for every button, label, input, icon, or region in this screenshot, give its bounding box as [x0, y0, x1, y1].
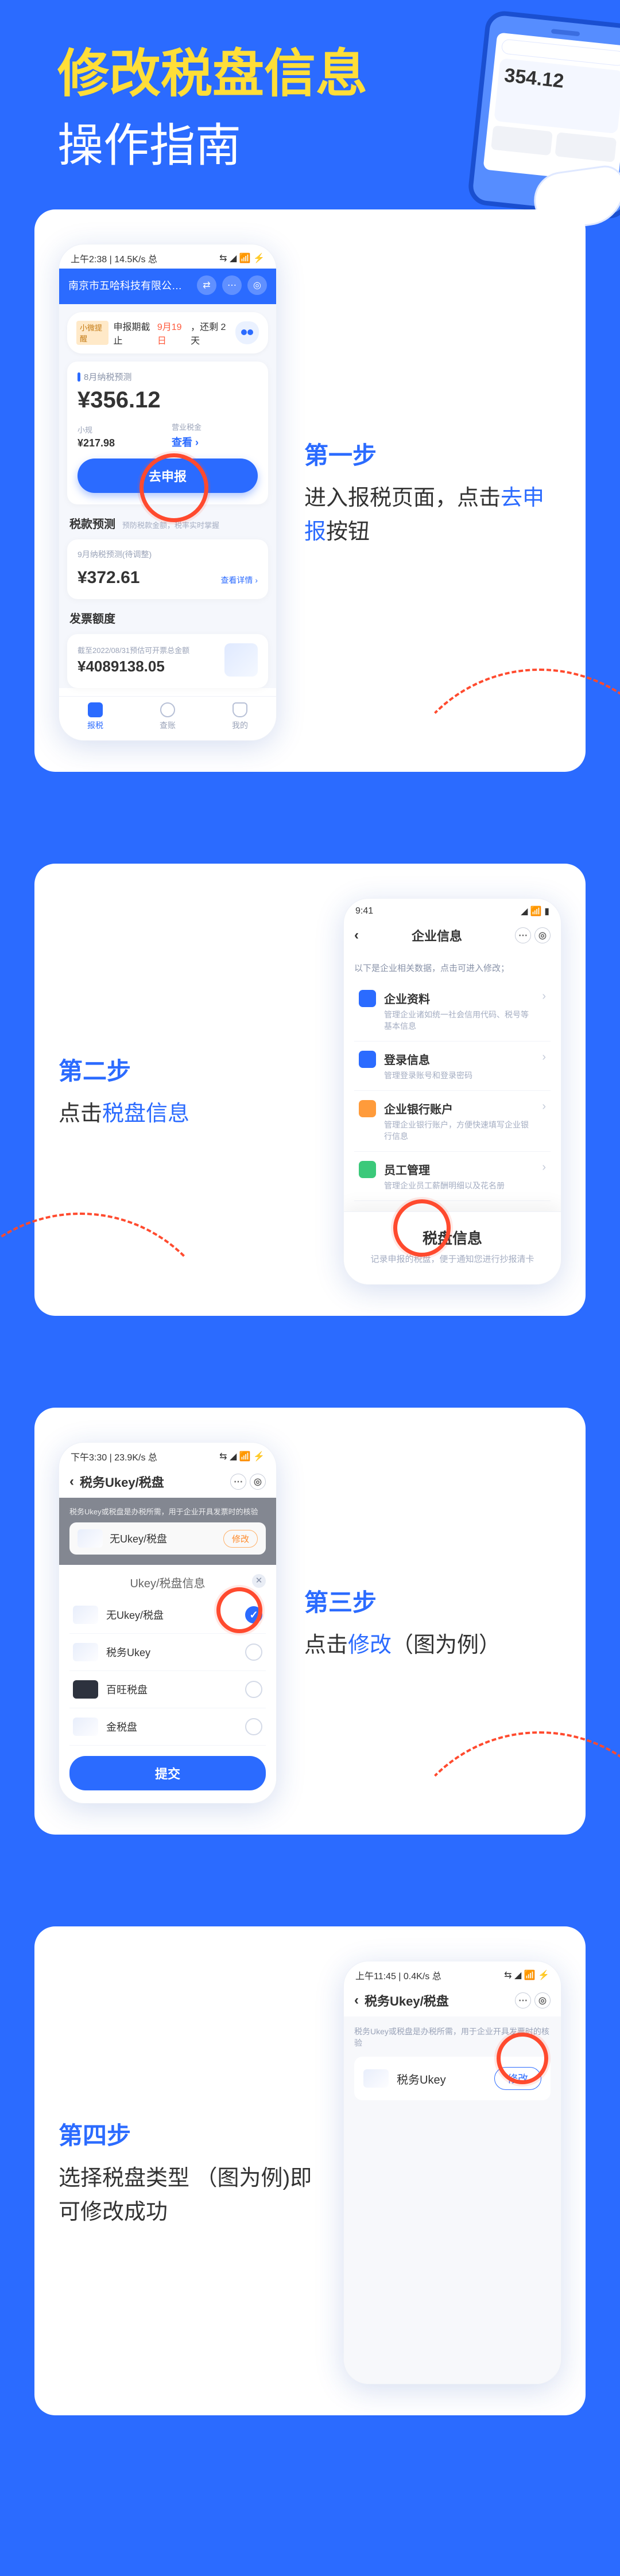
- deadline-alert[interactable]: 小微提醒 申报期截止 9月19日 ，还剩 2 天: [67, 312, 268, 353]
- disk-thumb-icon: [73, 1606, 98, 1624]
- nav-mine-icon: [232, 702, 247, 717]
- step-label: 第一步: [304, 436, 561, 471]
- step-body: 点击税盘信息: [59, 1097, 316, 1131]
- option-ukey[interactable]: 税务Ukey: [69, 1634, 266, 1671]
- close-icon[interactable]: ✕: [252, 1574, 266, 1588]
- step-body: 进入报税页面，点击去申报按钮: [304, 481, 561, 549]
- step-2: 第二步 点击税盘信息 9:41 ◢ 📶 ▮ ‹ 企业信息 ⋯◎ 以下是企业相关数…: [34, 864, 586, 1316]
- option-baiwang[interactable]: 百旺税盘: [69, 1671, 266, 1708]
- prediction-heading: 税款预测: [69, 515, 115, 531]
- disk-thumb-icon: [73, 1680, 98, 1699]
- invoice-heading: 发票额度: [69, 609, 115, 626]
- prediction-card: 9月纳税预测(待调整) ¥372.61 查看详情 ›: [67, 539, 268, 599]
- target-icon[interactable]: ◎: [250, 1474, 266, 1490]
- back-icon[interactable]: ‹: [354, 1992, 359, 2008]
- radio-checked-icon: [245, 1606, 262, 1623]
- tax-amount: ¥356.12: [78, 387, 258, 413]
- company-bar[interactable]: 南京市五哈科技有限公司… ⇄ ⋯ ◎: [59, 269, 276, 304]
- step1-phone-mock: 上午2:38 | 14.5K/s 总 ⇆ ◢ 📶 ⚡ 南京市五哈科技有限公司… …: [59, 244, 277, 741]
- step-3: 下午3:30 | 23.9K/s 总 ⇆ ◢ 📶 ⚡ ‹ 税务Ukey/税盘 ⋯…: [34, 1408, 586, 1835]
- disk-thumb-icon: [73, 1718, 98, 1736]
- step4-phone-mock: 上午11:45 | 0.4K/s 总 ⇆ ◢ 📶 ⚡ ‹ 税务Ukey/税盘 ⋯…: [343, 1961, 561, 2384]
- menu-icon[interactable]: ⋯: [222, 275, 242, 295]
- status-icons: ⇆ ◢ 📶 ⚡: [219, 1451, 265, 1462]
- option-none[interactable]: 无Ukey/税盘: [69, 1596, 266, 1634]
- switch-icon[interactable]: ⇄: [197, 275, 216, 295]
- more-icon[interactable]: ⋯: [230, 1474, 246, 1490]
- nav-tax-icon: [88, 702, 103, 717]
- back-icon[interactable]: ‹: [354, 927, 359, 943]
- step-label: 第二步: [59, 1052, 316, 1087]
- nav-mine[interactable]: 我的: [204, 697, 276, 740]
- status-time: 上午11:45 | 0.4K/s 总: [355, 1968, 441, 1982]
- selection-sheet: Ukey/税盘信息 ✕ 无Ukey/税盘 税务Ukey: [59, 1565, 276, 1803]
- status-icons: ⇆ ◢ 📶 ⚡: [504, 1969, 549, 1981]
- tax-disk-popup[interactable]: 税盘信息 记录申报的税盘，便于通知您进行抄报清卡: [344, 1211, 561, 1284]
- chevron-right-icon: ›: [542, 990, 546, 1032]
- page-title: 税务Ukey/税盘: [80, 1472, 164, 1491]
- page-title: 税务Ukey/税盘: [365, 1991, 449, 2010]
- bottom-nav: 报税 查账 我的: [59, 696, 276, 740]
- target-icon[interactable]: ◎: [247, 275, 267, 295]
- modify-button[interactable]: 修改: [494, 2067, 541, 2090]
- header: 修改税盘信息 操作指南 354.12: [0, 0, 620, 209]
- robot-icon: [235, 321, 259, 344]
- status-icons: ⇆ ◢ 📶 ⚡: [219, 252, 265, 264]
- chevron-right-icon: ›: [542, 1100, 546, 1142]
- page-title: 企业信息: [365, 926, 509, 945]
- profile-icon: [359, 990, 376, 1007]
- target-icon[interactable]: ◎: [534, 927, 551, 943]
- item-company-profile[interactable]: 企业资料管理企业诸如统一社会信用代码、税号等基本信息 ›: [354, 981, 551, 1042]
- step3-phone-mock: 下午3:30 | 23.9K/s 总 ⇆ ◢ 📶 ⚡ ‹ 税务Ukey/税盘 ⋯…: [59, 1442, 277, 1804]
- step-4: 第四步 选择税盘类型 （图为例)即可修改成功 上午11:45 | 0.4K/s …: [34, 1926, 586, 2415]
- detail-link[interactable]: 查看详情 ›: [220, 574, 258, 586]
- login-icon: [359, 1051, 376, 1068]
- status-time: 9:41: [355, 906, 373, 916]
- declare-button[interactable]: 去申报: [78, 459, 258, 493]
- radio-icon: [245, 1681, 262, 1698]
- disk-thumb-icon: [363, 2069, 389, 2088]
- bank-icon: [359, 1100, 376, 1117]
- chevron-right-icon: ›: [542, 1161, 546, 1191]
- back-icon[interactable]: ‹: [69, 1474, 74, 1490]
- disk-thumb-icon: [73, 1643, 98, 1661]
- nav-tax[interactable]: 报税: [59, 697, 131, 740]
- step-body: 点击修改（图为例）: [304, 1629, 561, 1662]
- chevron-right-icon: ›: [542, 1051, 546, 1081]
- radio-icon: [245, 1718, 262, 1735]
- more-icon[interactable]: ⋯: [515, 927, 531, 943]
- step-label: 第四步: [59, 2116, 316, 2151]
- submit-button[interactable]: 提交: [69, 1756, 266, 1790]
- item-login-info[interactable]: 登录信息管理登录账号和登录密码 ›: [354, 1042, 551, 1091]
- invoice-illustration: [224, 643, 258, 677]
- current-disk-chip: 无Ukey/税盘 修改: [69, 1522, 266, 1555]
- selected-disk-row: 税务Ukey 修改: [354, 2057, 551, 2100]
- target-icon[interactable]: ◎: [534, 1992, 551, 2008]
- status-time: 上午2:38 | 14.5K/s 总: [71, 251, 157, 265]
- infographic-page: 修改税盘信息 操作指南 354.12 上午2:38 | 14.5K/s 总 ⇆ …: [0, 0, 620, 2576]
- nav-ledger-icon: [160, 702, 175, 717]
- status-icons: ◢ 📶 ▮: [521, 906, 549, 917]
- option-jinshui[interactable]: 金税盘: [69, 1708, 266, 1746]
- step-1: 上午2:38 | 14.5K/s 总 ⇆ ◢ 📶 ⚡ 南京市五哈科技有限公司… …: [34, 209, 586, 772]
- nav-ledger[interactable]: 查账: [131, 697, 204, 740]
- item-staff-manage[interactable]: 员工管理管理企业员工薪酬明细以及花名册 ›: [354, 1152, 551, 1201]
- step-body: 选择税盘类型 （图为例)即可修改成功: [59, 2162, 316, 2229]
- disk-thumb-icon: [78, 1529, 103, 1548]
- step-label: 第三步: [304, 1583, 561, 1618]
- dimmed-background: 税务Ukey或税盘是办税所需，用于企业开具发票时的核验 无Ukey/税盘 修改: [59, 1498, 276, 1565]
- step2-phone-mock: 9:41 ◢ 📶 ▮ ‹ 企业信息 ⋯◎ 以下是企业相关数据，点击可进入修改； …: [343, 898, 561, 1285]
- item-bank-account[interactable]: 企业银行账户管理企业银行账户，方便快速填写企业银行信息 ›: [354, 1091, 551, 1152]
- company-name: 南京市五哈科技有限公司…: [68, 278, 191, 293]
- tax-summary-card: 8月纳税预测 ¥356.12 小规 ¥217.98 营业税金 查看 ›: [67, 362, 268, 504]
- page-hint: 以下是企业相关数据，点击可进入修改；: [354, 962, 551, 974]
- more-icon[interactable]: ⋯: [515, 1992, 531, 2008]
- invoice-card: 截至2022/08/31预估可开票总金额 ¥4089138.05: [67, 634, 268, 688]
- modify-button[interactable]: 修改: [223, 1530, 258, 1548]
- status-time: 下午3:30 | 23.9K/s 总: [71, 1450, 157, 1463]
- radio-icon: [245, 1643, 262, 1661]
- staff-icon: [359, 1161, 376, 1178]
